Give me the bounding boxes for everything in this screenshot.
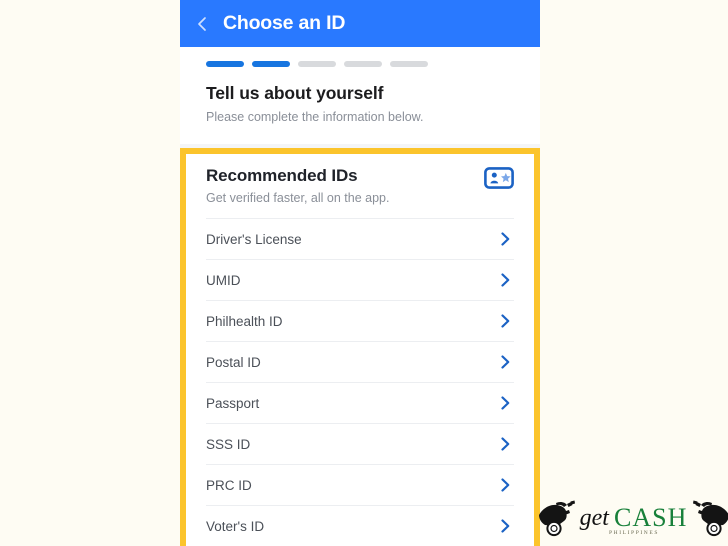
logo-tagline: PHILIPPINES — [609, 530, 659, 536]
phone-screen: Choose an ID Tell us about yourself Plea… — [180, 0, 540, 546]
intro-card: Tell us about yourself Please complete t… — [180, 47, 540, 144]
back-chevron-icon[interactable] — [193, 15, 211, 33]
logo-word-cash: CASH — [613, 503, 688, 532]
progress-segment-1 — [206, 61, 244, 67]
progress-segment-5 — [390, 61, 428, 67]
progress-stepper — [206, 47, 514, 67]
page-title: Tell us about yourself — [206, 83, 384, 103]
recommended-header: Recommended IDs Get verified faster, all… — [206, 166, 514, 205]
getcash-watermark: get CASH PHILIPPINES — [538, 498, 728, 546]
app-bar-title: Choose an ID — [223, 11, 346, 34]
chevron-right-icon[interactable] — [500, 396, 511, 410]
id-label: SSS ID — [206, 436, 251, 452]
recommended-ids-highlight: Recommended IDs Get verified faster, all… — [180, 148, 540, 546]
id-list: Driver's License UMID Philhealth ID Post… — [206, 219, 514, 546]
recommended-subtitle: Get verified faster, all on the app. — [206, 191, 390, 205]
list-item[interactable]: Voter's ID — [206, 506, 514, 546]
chevron-right-icon[interactable] — [500, 478, 511, 492]
id-label: PRC ID — [206, 477, 252, 493]
page-subtitle: Please complete the information below. — [206, 110, 424, 124]
recommended-title: Recommended IDs — [206, 166, 358, 185]
app-bar: Choose an ID — [180, 0, 540, 47]
progress-segment-4 — [344, 61, 382, 67]
id-label: Driver's License — [206, 231, 302, 247]
id-label: Philhealth ID — [206, 313, 283, 329]
id-label: Passport — [206, 395, 260, 411]
list-item[interactable]: Postal ID — [206, 342, 514, 383]
list-item[interactable]: Philhealth ID — [206, 301, 514, 342]
logo-word-get: get — [579, 504, 609, 531]
id-label: Voter's ID — [206, 518, 265, 534]
chevron-right-icon[interactable] — [500, 437, 511, 451]
chevron-right-icon[interactable] — [500, 314, 511, 328]
list-item[interactable]: UMID — [206, 260, 514, 301]
progress-segment-2 — [252, 61, 290, 67]
id-label: UMID — [206, 272, 241, 288]
chevron-right-icon[interactable] — [500, 355, 511, 369]
list-item[interactable]: Driver's License — [206, 219, 514, 260]
id-label: Postal ID — [206, 354, 261, 370]
progress-segment-3 — [298, 61, 336, 67]
chevron-right-icon[interactable] — [500, 273, 511, 287]
list-item[interactable]: PRC ID — [206, 465, 514, 506]
list-item[interactable]: SSS ID — [206, 424, 514, 465]
list-item[interactable]: Passport — [206, 383, 514, 424]
id-card-star-icon — [484, 167, 514, 189]
chevron-right-icon[interactable] — [500, 232, 511, 246]
chevron-right-icon[interactable] — [500, 519, 511, 533]
